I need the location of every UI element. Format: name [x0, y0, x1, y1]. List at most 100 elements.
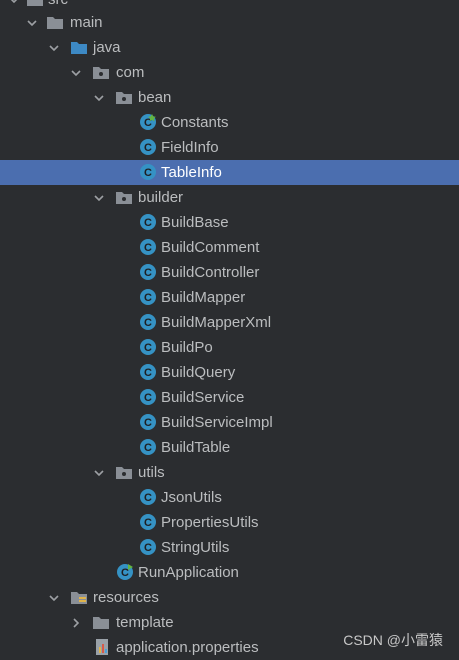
- tree-item-class[interactable]: C BuildMapperXml: [0, 310, 459, 335]
- watermark: CSDN @小雷猿: [343, 632, 443, 648]
- resources-folder-icon: [70, 588, 88, 606]
- tree-item-class[interactable]: C BuildQuery: [0, 360, 459, 385]
- tree-item-class-selected[interactable]: C TableInfo: [0, 160, 459, 185]
- tree-item-label: template: [116, 614, 174, 631]
- tree-item-class[interactable]: C BuildServiceImpl: [0, 410, 459, 435]
- tree-item-label: BuildQuery: [161, 364, 236, 381]
- tree-item-class[interactable]: C BuildMapper: [0, 285, 459, 310]
- source-folder-icon: [70, 38, 88, 56]
- tree-item-label: BuildPo: [161, 339, 213, 356]
- tree-item-class[interactable]: C BuildService: [0, 385, 459, 410]
- tree-item-resources[interactable]: resources: [0, 585, 459, 610]
- tree-item-class[interactable]: C BuildController: [0, 260, 459, 285]
- tree-item-label: BuildService: [161, 389, 245, 406]
- tree-item-main[interactable]: main: [0, 10, 459, 35]
- folder-icon: [46, 13, 64, 31]
- chevron-down-icon[interactable]: [91, 185, 107, 210]
- class-icon: C: [139, 538, 157, 556]
- class-icon: C: [139, 288, 157, 306]
- tree-item-label: java: [93, 39, 121, 56]
- tree-item-label: FieldInfo: [161, 139, 219, 156]
- svg-text:C: C: [144, 242, 152, 254]
- svg-text:C: C: [144, 167, 152, 179]
- svg-text:C: C: [144, 217, 152, 229]
- tree-item-class[interactable]: C Constants: [0, 110, 459, 135]
- chevron-right-icon[interactable]: [68, 610, 84, 635]
- tree-item-class[interactable]: C StringUtils: [0, 535, 459, 560]
- svg-text:C: C: [144, 267, 152, 279]
- tree-item-label: JsonUtils: [161, 489, 222, 506]
- tree-item-builder[interactable]: builder: [0, 185, 459, 210]
- tree-item-java[interactable]: java: [0, 35, 459, 60]
- tree-item-label: builder: [138, 189, 184, 206]
- tree-item-bean[interactable]: bean: [0, 85, 459, 110]
- tree-item-class[interactable]: C FieldInfo: [0, 135, 459, 160]
- tree-item-label: src: [48, 0, 68, 8]
- class-icon: C: [139, 113, 157, 131]
- tree-item-label: RunApplication: [138, 564, 239, 581]
- svg-text:C: C: [144, 492, 152, 504]
- tree-item-label: BuildMapper: [161, 289, 246, 306]
- class-icon: C: [139, 438, 157, 456]
- tree-item-class[interactable]: C JsonUtils: [0, 485, 459, 510]
- properties-file-icon: [94, 638, 112, 656]
- chevron-down-icon[interactable]: [24, 10, 40, 35]
- tree-item-class[interactable]: C BuildTable: [0, 435, 459, 460]
- svg-text:C: C: [144, 342, 152, 354]
- tree-item-label: BuildComment: [161, 239, 260, 256]
- svg-text:C: C: [144, 417, 152, 429]
- chevron-down-icon[interactable]: [46, 585, 62, 610]
- svg-text:C: C: [144, 542, 152, 554]
- tree-item-label: bean: [138, 89, 172, 106]
- chevron-down-icon[interactable]: [91, 85, 107, 110]
- svg-text:C: C: [144, 392, 152, 404]
- class-icon: C: [139, 388, 157, 406]
- tree-item-class[interactable]: C BuildBase: [0, 210, 459, 235]
- tree-item-label: application.properties: [116, 639, 259, 656]
- runnable-class-icon: C: [116, 563, 134, 581]
- package-icon: [115, 463, 133, 481]
- chevron-down-icon[interactable]: [68, 60, 84, 85]
- class-icon: C: [139, 363, 157, 381]
- class-icon: C: [139, 488, 157, 506]
- tree-item-utils[interactable]: utils: [0, 460, 459, 485]
- chevron-down-icon[interactable]: [46, 35, 62, 60]
- tree-item-label: BuildServiceImpl: [161, 414, 273, 431]
- tree-item-run-application[interactable]: C RunApplication: [0, 560, 459, 585]
- svg-text:C: C: [121, 567, 129, 579]
- class-icon: C: [139, 238, 157, 256]
- tree-item-label: BuildTable: [161, 439, 231, 456]
- tree-item-class[interactable]: C PropertiesUtils: [0, 510, 459, 535]
- class-icon: C: [139, 163, 157, 181]
- svg-text:C: C: [144, 142, 152, 154]
- chevron-down-icon[interactable]: [91, 460, 107, 485]
- class-icon: C: [139, 338, 157, 356]
- svg-text:C: C: [144, 292, 152, 304]
- tree-item-com[interactable]: com: [0, 60, 459, 85]
- folder-icon: [92, 613, 110, 631]
- package-icon: [92, 63, 110, 81]
- tree-item-label: TableInfo: [161, 164, 222, 181]
- tree-item-label: BuildMapperXml: [161, 314, 272, 331]
- tree-item-class[interactable]: C BuildPo: [0, 335, 459, 360]
- class-icon: C: [139, 513, 157, 531]
- svg-text:C: C: [144, 517, 152, 529]
- class-icon: C: [139, 413, 157, 431]
- folder-icon: [26, 0, 44, 8]
- tree-item-class[interactable]: C BuildComment: [0, 235, 459, 260]
- svg-text:C: C: [144, 442, 152, 454]
- class-icon: C: [139, 138, 157, 156]
- tree-item-label: resources: [93, 589, 159, 606]
- class-icon: C: [139, 213, 157, 231]
- tree-item-label: Constants: [161, 114, 229, 131]
- tree-item-label: BuildController: [161, 264, 260, 281]
- tree-item-label: BuildBase: [161, 214, 229, 231]
- svg-text:C: C: [144, 367, 152, 379]
- package-icon: [115, 88, 133, 106]
- tree-item-label: com: [116, 64, 145, 81]
- class-icon: C: [139, 263, 157, 281]
- project-tree: src main java com: [0, 0, 459, 659]
- tree-item-label: main: [70, 14, 103, 31]
- package-icon: [115, 188, 133, 206]
- tree-item-label: utils: [138, 464, 165, 481]
